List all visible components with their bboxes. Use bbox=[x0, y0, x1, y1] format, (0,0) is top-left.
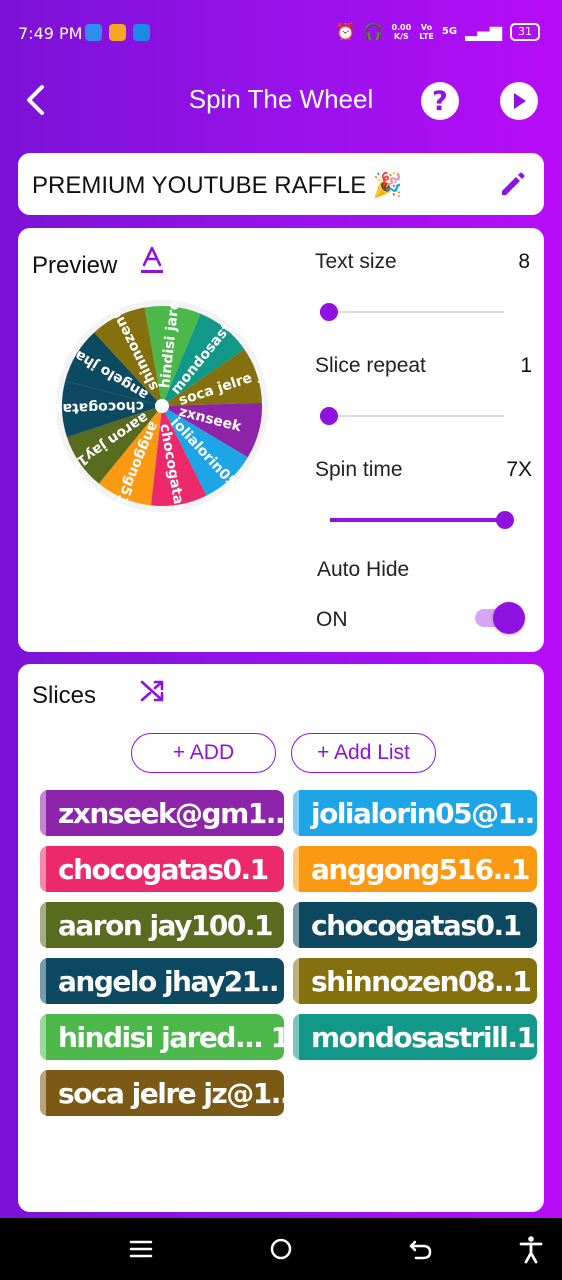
net-speed-unit: K/S bbox=[393, 31, 409, 41]
auto-hide-label: Auto Hide bbox=[317, 558, 410, 581]
slice-chip-label: shinnozen08..1 bbox=[311, 964, 532, 998]
slider-track bbox=[320, 415, 504, 417]
net-speed-value: 0.00 bbox=[391, 22, 412, 32]
page-title: Spin The Wheel bbox=[188, 84, 374, 114]
slice-color-edge bbox=[293, 958, 299, 1004]
back-arrow-icon bbox=[27, 85, 44, 115]
spin-wheel[interactable]: hindisi jaredmondosastrillsoca jelre jzz… bbox=[35, 290, 272, 533]
slice-chip[interactable]: chocogatas0.1 bbox=[40, 846, 284, 892]
home-icon[interactable] bbox=[266, 1234, 296, 1264]
slice-chip[interactable]: zxnseek@gm1.. bbox=[40, 790, 284, 836]
spin-time-slider[interactable] bbox=[330, 511, 514, 529]
spin-time-value: 7X bbox=[506, 458, 532, 481]
system-nav-bar bbox=[0, 1218, 562, 1280]
slider-fill bbox=[330, 518, 505, 522]
network-type: 5G bbox=[441, 26, 458, 37]
slice-color-edge bbox=[293, 1014, 299, 1060]
edit-pencil-icon[interactable] bbox=[498, 169, 528, 199]
slice-repeat-value: 1 bbox=[520, 354, 532, 377]
slices-card: Slices + ADD + Add List zxnseek@gm1.. jol… bbox=[18, 664, 544, 1212]
question-icon: ? bbox=[432, 85, 448, 117]
slice-repeat-slider[interactable] bbox=[320, 407, 504, 425]
slice-chip-label: hindisi jared... 1 bbox=[58, 1020, 284, 1054]
slice-chip-label: angelo jhay21.. bbox=[58, 964, 280, 998]
toggle-thumb[interactable] bbox=[493, 602, 525, 634]
alarm-icon: ⏰ bbox=[335, 22, 356, 41]
wheel-slice-label: chocogatas01 bbox=[56, 398, 144, 417]
notification-app-icon bbox=[109, 24, 126, 41]
status-app-icons bbox=[85, 24, 150, 41]
headphones-icon: 🎧 bbox=[363, 22, 384, 41]
text-size-value: 8 bbox=[518, 250, 530, 273]
slice-chip-label: soca jelre jz@1.. bbox=[58, 1076, 284, 1110]
status-time: 7:49 PM bbox=[18, 24, 83, 43]
text-size-label: Text size bbox=[315, 250, 397, 273]
slice-chip-label: chocogatas0.1 bbox=[58, 852, 269, 886]
slider-track bbox=[320, 311, 504, 313]
slice-color-edge bbox=[40, 846, 46, 892]
slice-repeat-label: Slice repeat bbox=[315, 354, 426, 377]
notification-app-icon bbox=[85, 24, 102, 41]
back-button[interactable] bbox=[22, 83, 50, 117]
preview-label: Preview bbox=[32, 252, 118, 279]
add-slice-button[interactable]: + ADD bbox=[131, 733, 276, 773]
signal-icon: ▂▄▆ bbox=[465, 22, 502, 41]
text-style-icon[interactable] bbox=[140, 245, 164, 275]
slice-chip[interactable]: anggong516..1 bbox=[293, 846, 537, 892]
slice-chip[interactable]: hindisi jared... 1 bbox=[40, 1014, 284, 1060]
slice-color-edge bbox=[293, 846, 299, 892]
slice-chip[interactable]: mondosastrill.1 bbox=[293, 1014, 537, 1060]
slider-thumb[interactable] bbox=[320, 303, 338, 321]
slice-color-edge bbox=[40, 1014, 46, 1060]
slice-chip[interactable]: angelo jhay21.. bbox=[40, 958, 284, 1004]
slice-chip[interactable]: soca jelre jz@1.. bbox=[40, 1070, 284, 1116]
slice-chip-label: anggong516..1 bbox=[311, 852, 530, 886]
wheel-preview[interactable]: hindisi jared mondosastrill soca jelre jz z… bbox=[35, 290, 272, 533]
slice-color-edge bbox=[293, 790, 299, 836]
slice-chip[interactable]: chocogatas0.1 bbox=[293, 902, 537, 948]
network-speed: 0.00 K/S bbox=[391, 23, 411, 41]
auto-hide-toggle[interactable] bbox=[475, 599, 527, 635]
slider-thumb[interactable] bbox=[320, 407, 338, 425]
volte-top: Vo bbox=[420, 22, 433, 32]
preview-card: Preview hindisi jared mondosastrill soca j… bbox=[18, 228, 544, 652]
wheel-hub bbox=[155, 399, 169, 413]
auto-hide-state: ON bbox=[316, 608, 348, 631]
slice-chip-label: chocogatas0.1 bbox=[311, 908, 522, 942]
text-size-slider[interactable] bbox=[320, 303, 504, 321]
spin-time-label: Spin time bbox=[315, 458, 403, 481]
raffle-title-card[interactable]: PREMIUM YOUTUBE RAFFLE 🎉 bbox=[18, 153, 544, 215]
status-right: ⏰ 🎧 0.00 K/S Vo LTE 5G ▂▄▆ 31 bbox=[336, 22, 540, 41]
play-button[interactable] bbox=[500, 82, 538, 120]
notification-app-icon bbox=[133, 24, 150, 41]
slice-color-edge bbox=[40, 958, 46, 1004]
play-icon bbox=[514, 93, 526, 109]
slice-chip-label: aaron jay100.1 bbox=[58, 908, 273, 942]
slice-color-edge bbox=[40, 1070, 46, 1116]
add-list-button[interactable]: + Add List bbox=[291, 733, 436, 773]
back-nav-icon[interactable] bbox=[406, 1234, 436, 1264]
recent-apps-icon[interactable] bbox=[126, 1234, 156, 1264]
raffle-title: PREMIUM YOUTUBE RAFFLE 🎉 bbox=[32, 172, 403, 199]
shuffle-icon[interactable] bbox=[138, 676, 168, 706]
help-button[interactable]: ? bbox=[421, 82, 459, 120]
slider-thumb[interactable] bbox=[496, 511, 514, 529]
battery-indicator: 31 bbox=[510, 22, 540, 41]
slice-chip[interactable]: jolialorin05@1.. bbox=[293, 790, 537, 836]
slice-color-edge bbox=[40, 790, 46, 836]
slice-chip[interactable]: shinnozen08..1 bbox=[293, 958, 537, 1004]
slice-chip-label: jolialorin05@1.. bbox=[311, 796, 535, 830]
slice-chip-label: mondosastrill.1 bbox=[311, 1020, 536, 1054]
app-header: Spin The Wheel ? bbox=[0, 66, 562, 138]
slice-color-edge bbox=[293, 902, 299, 948]
accessibility-icon[interactable] bbox=[516, 1234, 546, 1264]
slices-label: Slices bbox=[32, 682, 97, 709]
slice-chip-label: zxnseek@gm1.. bbox=[58, 796, 284, 830]
slice-chip[interactable]: aaron jay100.1 bbox=[40, 902, 284, 948]
status-bar: 7:49 PM ⏰ 🎧 0.00 K/S Vo LTE 5G ▂▄▆ 31 bbox=[0, 0, 562, 66]
volte-indicator: Vo LTE bbox=[419, 23, 434, 41]
slice-color-edge bbox=[40, 902, 46, 948]
volte-bottom: LTE bbox=[419, 31, 434, 41]
